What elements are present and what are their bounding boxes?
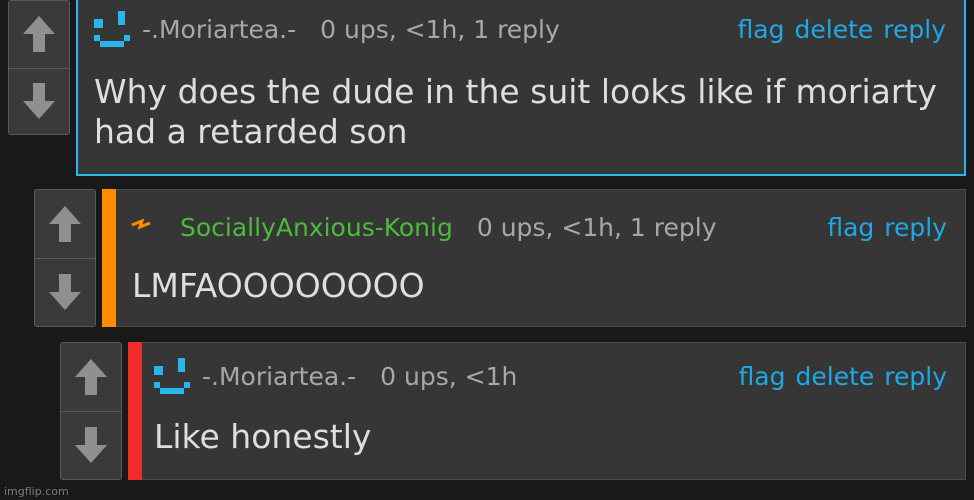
up-arrow-icon	[75, 359, 107, 395]
comment-2: SociallyAnxious-Konig 0 ups, <1h, 1 repl…	[34, 189, 966, 327]
vote-box	[60, 342, 122, 480]
flag-link[interactable]: flag	[827, 213, 874, 242]
thread-accent-bar	[128, 342, 142, 480]
down-arrow-icon	[49, 274, 81, 310]
comment-bubble: -.Moriartea.- 0 ups, <1h flag delete rep…	[142, 342, 966, 480]
comment-bubble: SociallyAnxious-Konig 0 ups, <1h, 1 repl…	[116, 189, 966, 327]
comment-header: -.Moriartea.- 0 ups, <1h flag delete rep…	[150, 347, 965, 405]
smiley-avatar-icon	[94, 11, 130, 47]
delete-link[interactable]: delete	[796, 362, 875, 391]
lightning-avatar-icon	[131, 218, 151, 230]
comment-header: SociallyAnxious-Konig 0 ups, <1h, 1 repl…	[130, 198, 965, 256]
watermark: imgflip.com	[4, 485, 69, 498]
reply-link[interactable]: reply	[884, 362, 947, 391]
comment-actions: flag delete reply	[738, 15, 946, 44]
delete-link[interactable]: delete	[795, 15, 874, 44]
upvote-button[interactable]	[61, 343, 121, 412]
down-arrow-icon	[23, 82, 55, 119]
thread-accent-bar	[102, 189, 116, 327]
comment-header: -.Moriartea.- 0 ups, <1h, 1 reply flag d…	[90, 0, 964, 58]
comment-1: -.Moriartea.- 0 ups, <1h, 1 reply flag d…	[8, 0, 966, 176]
comment-body: Why does the dude in the suit looks like…	[94, 72, 937, 151]
up-arrow-icon	[49, 206, 81, 242]
upvote-button[interactable]	[35, 190, 95, 259]
avatar[interactable]	[150, 354, 194, 398]
reply-link[interactable]: reply	[884, 213, 947, 242]
comment-actions: flag reply	[827, 213, 947, 242]
downvote-button[interactable]	[61, 411, 121, 479]
vote-box	[34, 189, 96, 327]
avatar[interactable]	[130, 213, 158, 241]
comment-meta: 0 ups, <1h, 1 reply	[320, 14, 560, 44]
comment-body: Like honestly	[154, 417, 372, 456]
upvote-button[interactable]	[9, 1, 69, 69]
down-arrow-icon	[75, 427, 107, 463]
avatar[interactable]	[90, 7, 134, 51]
comment-bubble: -.Moriartea.- 0 ups, <1h, 1 reply flag d…	[76, 0, 966, 176]
flag-link[interactable]: flag	[739, 362, 786, 391]
flag-link[interactable]: flag	[738, 15, 785, 44]
downvote-button[interactable]	[9, 68, 69, 135]
comment-meta: 0 ups, <1h, 1 reply	[476, 212, 717, 242]
username-link[interactable]: SociallyAnxious-Konig	[180, 213, 453, 242]
username-link[interactable]: -.Moriartea.-	[142, 15, 296, 44]
downvote-button[interactable]	[35, 258, 95, 326]
comment-meta: 0 ups, <1h	[380, 361, 518, 391]
smiley-avatar-icon	[154, 358, 190, 394]
up-arrow-icon	[23, 16, 55, 53]
comment-actions: flag delete reply	[739, 362, 947, 391]
comment-body: LMFAOOOOOOOO	[132, 266, 425, 305]
vote-box	[8, 0, 70, 135]
reply-link[interactable]: reply	[883, 15, 946, 44]
username-link[interactable]: -.Moriartea.-	[202, 362, 356, 391]
comment-3: -.Moriartea.- 0 ups, <1h flag delete rep…	[60, 342, 966, 480]
